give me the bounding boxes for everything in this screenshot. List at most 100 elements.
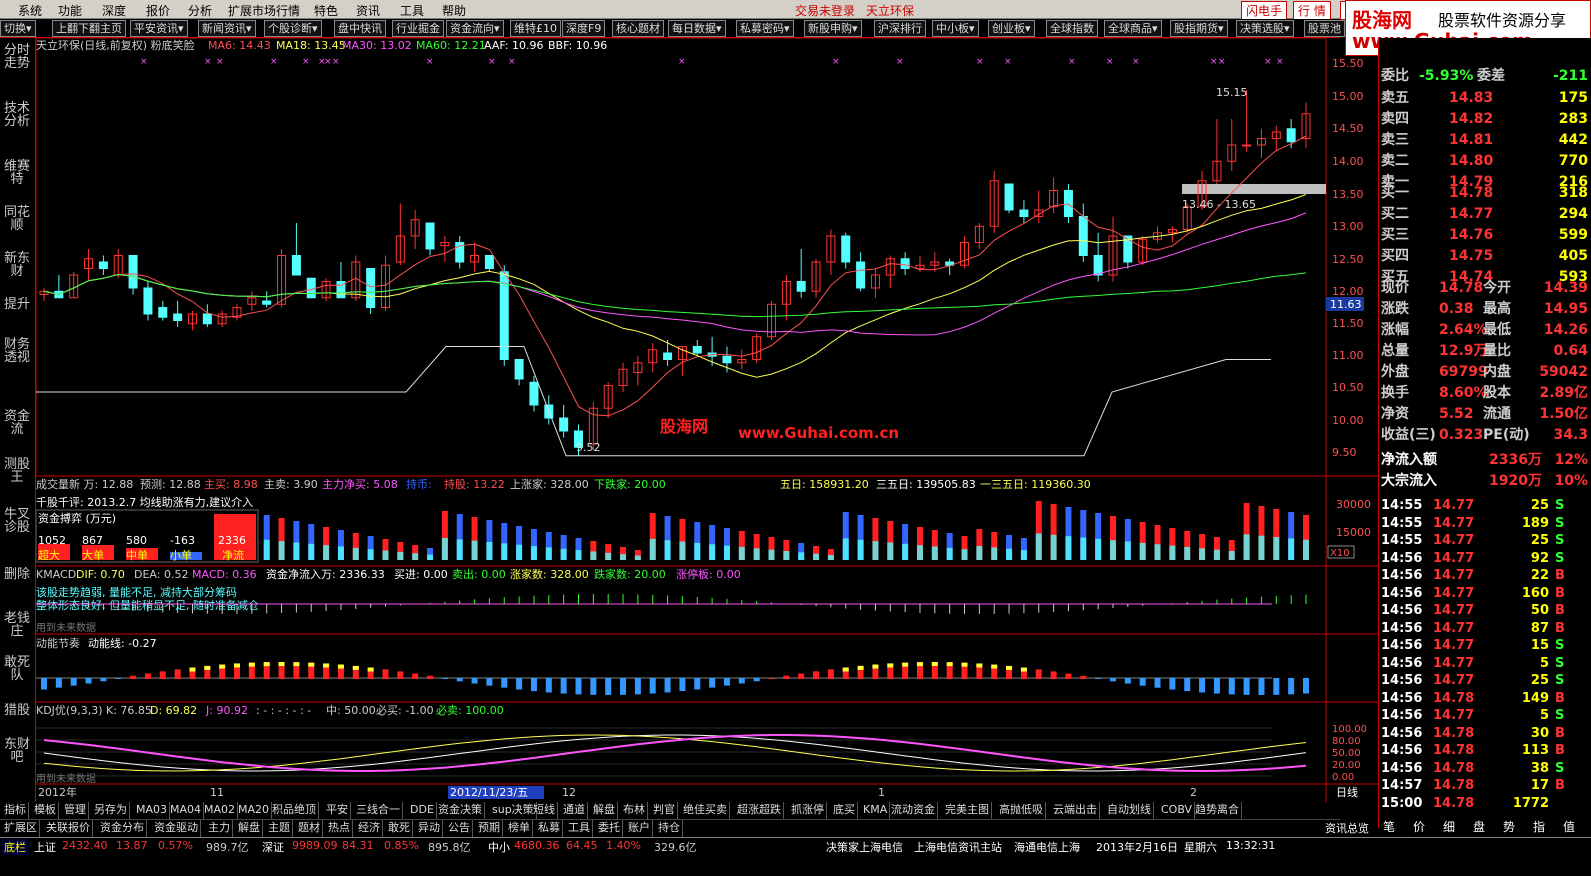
indicator-tab[interactable]: 管理 — [62, 802, 89, 819]
indicator-tab[interactable]: 资金驱动 — [152, 820, 201, 837]
indicator-tab[interactable]: 趋势离合 — [1193, 802, 1242, 819]
indicator-tab[interactable]: 云端出击 — [1051, 802, 1100, 819]
indicator-tab[interactable]: COBV — [1159, 802, 1196, 819]
side-stockking[interactable]: 测股王 — [2, 458, 32, 484]
side-laoqian[interactable]: 老钱庄 — [2, 612, 32, 638]
indicator-tab[interactable]: 解盘 — [236, 820, 263, 837]
menu-help[interactable]: 帮助 — [442, 2, 466, 19]
flash-trade-button[interactable]: 闪电手 — [1241, 1, 1288, 20]
indicator-tab[interactable]: 公告 — [446, 820, 473, 837]
server-2[interactable]: 上海电信资讯主站 — [914, 839, 1002, 855]
kline-chart[interactable]: 天立环保(日线,前复权) 粉底笑脸 MA6: 14.43 MA18: 13.45… — [36, 38, 1378, 828]
menu-quote[interactable]: 报价 — [146, 2, 170, 19]
indicator-tab[interactable]: 主力 — [206, 820, 233, 837]
indicator-tab[interactable]: 超涨超跌 — [735, 802, 784, 819]
tb-page[interactable]: 上翻下翻主页 — [52, 20, 126, 37]
news-overview-tab[interactable]: 资讯总览 — [1325, 820, 1369, 836]
side-diagnose[interactable]: 牛叉诊股 — [2, 508, 32, 534]
indicator-tab[interactable]: 预期 — [476, 820, 503, 837]
indicator-tab[interactable]: 流动资金 — [889, 802, 938, 819]
menu-special[interactable]: 特色 — [314, 2, 338, 19]
side-hunter[interactable]: 猎股 — [2, 704, 32, 717]
tb-ipo[interactable]: 新股申购▾ — [804, 20, 862, 37]
tb-flash-news[interactable]: 盘中快讯 — [334, 20, 386, 37]
side-dongcai[interactable]: 新东财 — [2, 252, 32, 278]
indicator-tab[interactable]: 经济 — [356, 820, 383, 837]
tb-global-index[interactable]: 全球指数 — [1046, 20, 1098, 37]
tb-pingan[interactable]: 平安资讯▾ — [130, 20, 188, 37]
side-forum[interactable]: 东财吧 — [2, 738, 32, 764]
tb-industry[interactable]: 行业掘金 — [392, 20, 444, 37]
quote-tab[interactable]: 笔 — [1383, 818, 1395, 835]
quote-tab[interactable]: 价 — [1413, 818, 1425, 835]
quote-tab[interactable]: 细 — [1443, 818, 1455, 835]
quote-tab[interactable]: 势 — [1503, 818, 1515, 835]
tb-ranking[interactable]: 沪深排行 — [874, 20, 926, 37]
indicator-tab[interactable]: MA20 — [236, 802, 273, 819]
indicator-tab[interactable]: 通道 — [561, 802, 588, 819]
status-label[interactable]: 底栏 — [2, 839, 28, 855]
indicator-tab[interactable]: 自动划线 — [1105, 802, 1154, 819]
indicator-tab[interactable]: 关联报价 — [44, 820, 93, 837]
indicator-tab[interactable]: 资金决策 — [436, 802, 485, 819]
tb-private[interactable]: 私募密码▾ — [736, 20, 794, 37]
indicator-tab[interactable]: 积品绝顶 — [270, 802, 319, 819]
menu-analysis[interactable]: 分析 — [188, 2, 212, 19]
tb-diagnose[interactable]: 个股诊断▾ — [264, 20, 322, 37]
side-ths[interactable]: 同花顺 — [2, 206, 32, 232]
server-3[interactable]: 海通电信上海 — [1014, 839, 1080, 855]
quote-tab[interactable]: 指 — [1533, 818, 1545, 835]
indicator-tab[interactable]: 资金分布 — [98, 820, 147, 837]
side-finance[interactable]: 财务透视 — [2, 338, 32, 364]
indicator-tab[interactable]: 高抛低吸 — [997, 802, 1046, 819]
indicator-tab[interactable]: 底买 — [831, 802, 858, 819]
indicator-tab[interactable]: DDE — [408, 802, 437, 819]
side-fundflow[interactable]: 资金流 — [2, 410, 32, 436]
indicator-tab[interactable]: MA03 — [134, 802, 171, 819]
indicator-tab[interactable]: 私募 — [536, 820, 563, 837]
side-delete[interactable]: 删除 — [2, 568, 32, 581]
tb-switch[interactable]: 切换▾ — [0, 20, 36, 37]
login-status[interactable]: 交易未登录 — [795, 2, 855, 19]
quote-tab[interactable]: 值 — [1563, 818, 1575, 835]
indicator-tab[interactable]: 指标 — [2, 802, 29, 819]
indicator-tab[interactable]: 榜单 — [506, 820, 533, 837]
tb-futures[interactable]: 股指期货▾ — [1170, 20, 1228, 37]
indicator-tab[interactable]: MA04 — [168, 802, 205, 819]
indicator-tab[interactable]: 另存为 — [92, 802, 130, 819]
tb-sme[interactable]: 中小板▾ — [932, 20, 979, 37]
indicator-tab[interactable]: 持仓 — [656, 820, 683, 837]
indicator-tab[interactable]: 题材 — [296, 820, 323, 837]
tb-screener[interactable]: 决策选股▾ — [1236, 20, 1294, 37]
indicator-tab[interactable]: 短线 — [531, 802, 558, 819]
indicator-tab[interactable]: 委托 — [596, 820, 623, 837]
indicator-tab[interactable]: 工具 — [566, 820, 593, 837]
tb-global-commodity[interactable]: 全球商品▾ — [1104, 20, 1162, 37]
menu-system[interactable]: 系统 — [18, 2, 42, 19]
tb-core[interactable]: 核心题材 — [612, 20, 664, 37]
indicator-tab[interactable]: 热点 — [326, 820, 353, 837]
indicator-tab[interactable]: 扩展区 — [2, 820, 40, 837]
tb-weite[interactable]: 维特£10 — [510, 20, 561, 37]
tb-gem[interactable]: 创业板▾ — [988, 20, 1035, 37]
quote-tab[interactable]: 盘 — [1473, 818, 1485, 835]
indicator-tab[interactable]: sup决策 — [490, 802, 537, 819]
indicator-tab[interactable]: 三线合一 — [354, 802, 403, 819]
indicator-tab[interactable]: 绝佳买卖 — [681, 802, 730, 819]
side-dare[interactable]: 敢死队 — [2, 656, 32, 682]
side-weisaite[interactable]: 维赛特 — [2, 160, 32, 186]
server-1[interactable]: 决策家上海电信 — [826, 839, 903, 855]
quote-button[interactable]: 行 情 — [1293, 1, 1331, 20]
indicator-tab[interactable]: KMA — [861, 802, 891, 819]
menu-depth[interactable]: 深度 — [102, 2, 126, 19]
indicator-tab[interactable]: 异动 — [416, 820, 443, 837]
indicator-tab[interactable]: 主题 — [266, 820, 293, 837]
indicator-tab[interactable]: 抓涨停 — [789, 802, 827, 819]
indicator-tab[interactable]: 完美主图 — [943, 802, 992, 819]
indicator-tab[interactable]: 布林 — [621, 802, 648, 819]
menu-extended-market[interactable]: 扩展市场行情 — [228, 2, 300, 19]
side-boost[interactable]: 提升 — [2, 298, 32, 311]
indicator-tab[interactable]: 模板 — [32, 802, 59, 819]
indicator-tab[interactable]: 解盘 — [591, 802, 618, 819]
indicator-tab[interactable]: 敢死 — [386, 820, 413, 837]
